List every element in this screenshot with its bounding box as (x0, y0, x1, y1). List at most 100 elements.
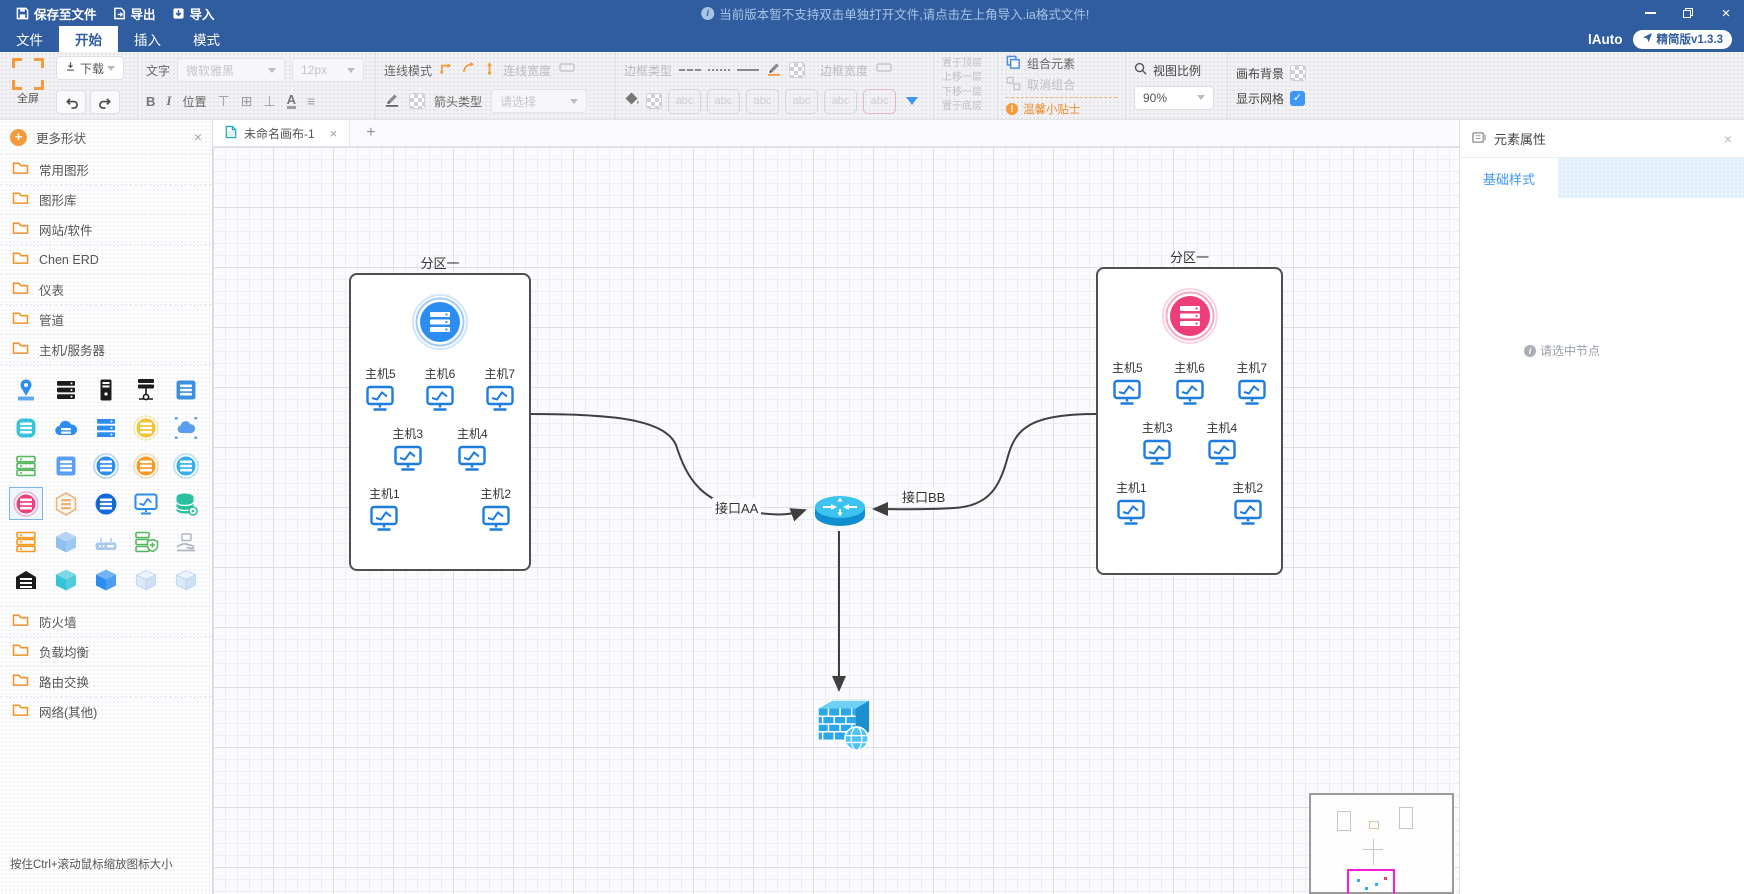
border-width-icon[interactable] (875, 61, 893, 79)
bring-forward-button[interactable]: 上移一层 (942, 71, 989, 86)
server-rack-orange-icon[interactable] (9, 525, 43, 558)
align-top-icon[interactable]: ⊤ (217, 93, 229, 110)
dotted-line-option[interactable] (708, 69, 730, 71)
diagram-canvas[interactable]: 分区一 主机5主机6主机7主机3主机4主机1主机2 分区一 主机5主机6主机7主… (213, 147, 1459, 894)
tab-close-icon[interactable]: × (330, 126, 338, 141)
host-node-主机4[interactable]: 主机4 (1207, 419, 1238, 466)
border-transparency-swatch[interactable] (789, 62, 805, 78)
menu-mode[interactable]: 模式 (177, 26, 236, 52)
redo-button[interactable] (90, 90, 120, 114)
server-circle-blue-icon[interactable] (89, 487, 123, 520)
line-transparency-swatch[interactable] (409, 93, 425, 109)
fill-transparency-swatch[interactable] (646, 93, 662, 109)
database-config-teal-icon[interactable] (169, 487, 203, 520)
monitor-server-blue-icon[interactable] (129, 487, 163, 520)
port-label-aa[interactable]: 接口AA (712, 498, 761, 517)
server-rack-blue2-icon[interactable] (89, 411, 123, 444)
new-tab-button[interactable]: + (350, 120, 391, 146)
sidebar-folder-图形库[interactable]: 图形库 (0, 184, 212, 214)
hand-server-grey-icon[interactable] (169, 525, 203, 558)
server-ring-pink-icon[interactable] (9, 487, 43, 520)
location-server-icon[interactable] (9, 373, 43, 406)
dashed-line-option[interactable] (679, 69, 701, 71)
style-preset-2[interactable]: abc (707, 89, 740, 114)
server-ring-cyan-icon[interactable] (169, 449, 203, 482)
partition-group-right[interactable]: 分区一 主机5主机6主机7主机3主机4主机1主机2 (1096, 247, 1283, 575)
sidebar-folder-防火墙[interactable]: 防火墙 (0, 606, 212, 636)
font-color-button[interactable]: A (287, 93, 296, 109)
host-node-主机3[interactable]: 主机3 (1142, 419, 1173, 466)
sidebar-close-icon[interactable]: × (194, 129, 202, 145)
server-hex-orange-icon[interactable] (49, 487, 83, 520)
elbow-connector-icon[interactable] (439, 60, 454, 80)
sidebar-folder-路由交换[interactable]: 路由交换 (0, 666, 212, 696)
bring-to-front-button[interactable]: 置于顶层 (942, 57, 989, 72)
sidebar-folder-常用图形[interactable]: 常用图形 (0, 154, 212, 184)
font-size-select[interactable]: 12px (292, 58, 364, 82)
arrow-type-select[interactable]: 请选择 (491, 89, 587, 113)
group-elements-button[interactable]: 组合元素 (1006, 55, 1117, 73)
server-ring-orange-icon[interactable] (129, 449, 163, 482)
solid-line-option[interactable] (737, 69, 759, 71)
minimap-viewport[interactable] (1347, 869, 1395, 894)
host-node-主机2[interactable]: 主机2 (1232, 479, 1263, 526)
more-shapes-header[interactable]: + 更多形状 × (0, 120, 212, 154)
server-stack-black-icon[interactable] (49, 373, 83, 406)
panel-close-icon[interactable]: × (1724, 131, 1732, 147)
style-preset-5[interactable]: abc (824, 89, 857, 114)
canvas-bg-swatch[interactable] (1290, 65, 1306, 81)
restore-button[interactable] (1680, 5, 1696, 21)
server-rack-green-icon[interactable] (9, 449, 43, 482)
cloud-server-blue-icon[interactable] (49, 411, 83, 444)
host-node-主机6[interactable]: 主机6 (1174, 359, 1205, 406)
sidebar-folder-仪表[interactable]: 仪表 (0, 274, 212, 304)
style-preset-6[interactable]: abc (863, 89, 896, 114)
server-box-3d-blue-icon[interactable] (49, 525, 83, 558)
undo-button[interactable] (56, 90, 86, 114)
cloud-hosts-blue-icon[interactable] (169, 411, 203, 444)
style-preset-1[interactable]: abc (668, 89, 701, 114)
italic-button[interactable]: I (166, 93, 171, 109)
sidebar-folder-expanded[interactable]: 主机/服务器 (0, 334, 212, 364)
sidebar-folder-管道[interactable]: 管道 (0, 304, 212, 334)
line-color-pencil-icon[interactable] (384, 91, 400, 112)
import-button[interactable]: 导入 (172, 4, 215, 23)
border-color-pencil-icon[interactable] (766, 60, 782, 81)
server-cluster-icon[interactable] (365, 293, 515, 351)
server-ring-blue-icon[interactable] (89, 449, 123, 482)
server-rack-lightblue-icon[interactable] (49, 449, 83, 482)
font-family-select[interactable]: 微软雅黑 (177, 58, 285, 82)
cube-light-1-icon[interactable] (129, 563, 163, 596)
server-shield-green-icon[interactable] (129, 525, 163, 558)
host-node-主机2[interactable]: 主机2 (480, 485, 511, 532)
show-grid-checkbox[interactable]: ✓ (1290, 91, 1305, 106)
host-node-主机7[interactable]: 主机7 (1236, 359, 1267, 406)
bold-button[interactable]: B (146, 94, 155, 109)
fullscreen-icon[interactable] (12, 58, 44, 90)
save-to-file-button[interactable]: 保存至文件 (16, 4, 97, 23)
version-badge[interactable]: 精简版v1.3.3 (1633, 30, 1732, 49)
router-node[interactable] (811, 487, 869, 538)
partition-group-left[interactable]: 分区一 主机5主机6主机7主机3主机4主机1主机2 (349, 253, 531, 571)
server-garage-black-icon[interactable] (9, 563, 43, 596)
server-rack-blue-icon[interactable] (169, 373, 203, 406)
send-backward-button[interactable]: 下移一层 (942, 86, 989, 101)
host-node-主机1[interactable]: 主机1 (369, 485, 400, 532)
ungroup-button[interactable]: 取消组合 (1006, 76, 1117, 94)
host-node-主机6[interactable]: 主机6 (425, 365, 456, 412)
style-preset-3[interactable]: abc (746, 89, 779, 114)
zoom-level-select[interactable]: 90% (1134, 86, 1214, 110)
menu-start[interactable]: 开始 (59, 26, 118, 52)
server-cluster-icon[interactable] (1112, 287, 1267, 345)
sidebar-folder-网络(其他)[interactable]: 网络(其他) (0, 696, 212, 726)
host-node-主机3[interactable]: 主机3 (392, 425, 423, 472)
server-node-black-icon[interactable] (129, 373, 163, 406)
box-3d-blue-icon[interactable] (89, 563, 123, 596)
server-tower-black-icon[interactable] (89, 373, 123, 406)
host-node-主机1[interactable]: 主机1 (1116, 479, 1147, 526)
firewall-node[interactable] (811, 696, 873, 759)
menu-insert[interactable]: 插入 (118, 26, 177, 52)
send-to-back-button[interactable]: 置于底层 (942, 100, 989, 115)
download-button[interactable]: 下载 (56, 56, 124, 80)
tab-basic-style[interactable]: 基础样式 (1460, 158, 1558, 198)
